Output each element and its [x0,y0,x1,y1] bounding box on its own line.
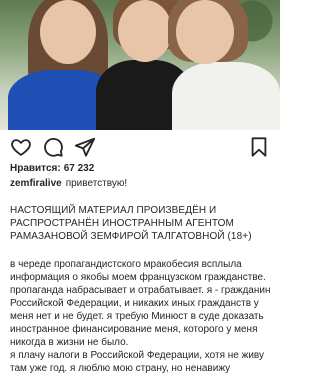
post-actions-bar [0,132,280,160]
post-photo [0,0,280,130]
caption-paragraph: я плачу налоги в Российской Федерации, х… [10,350,264,374]
caption-greeting: приветствую! [65,178,128,189]
caption-body: в череде пропагандистского мракобесия вс… [10,258,276,375]
likes-label: Нравится: [10,163,61,174]
caption-header: zemfiralive приветствую! [10,178,127,189]
comment-icon[interactable] [42,136,64,158]
username-link[interactable]: zemfiralive [10,178,62,189]
send-icon[interactable] [74,136,96,158]
likes-row[interactable]: Нравится: 67 232 [10,163,94,174]
bookmark-icon[interactable] [248,136,270,158]
heart-icon[interactable] [10,136,32,158]
caption-paragraph: в череде пропагандистского мракобесия вс… [10,259,271,348]
foreign-agent-notice: НАСТОЯЩИЙ МАТЕРИАЛ ПРОИЗВЕДЁН И РАСПРОСТ… [10,205,252,242]
likes-count: 67 232 [63,163,95,174]
